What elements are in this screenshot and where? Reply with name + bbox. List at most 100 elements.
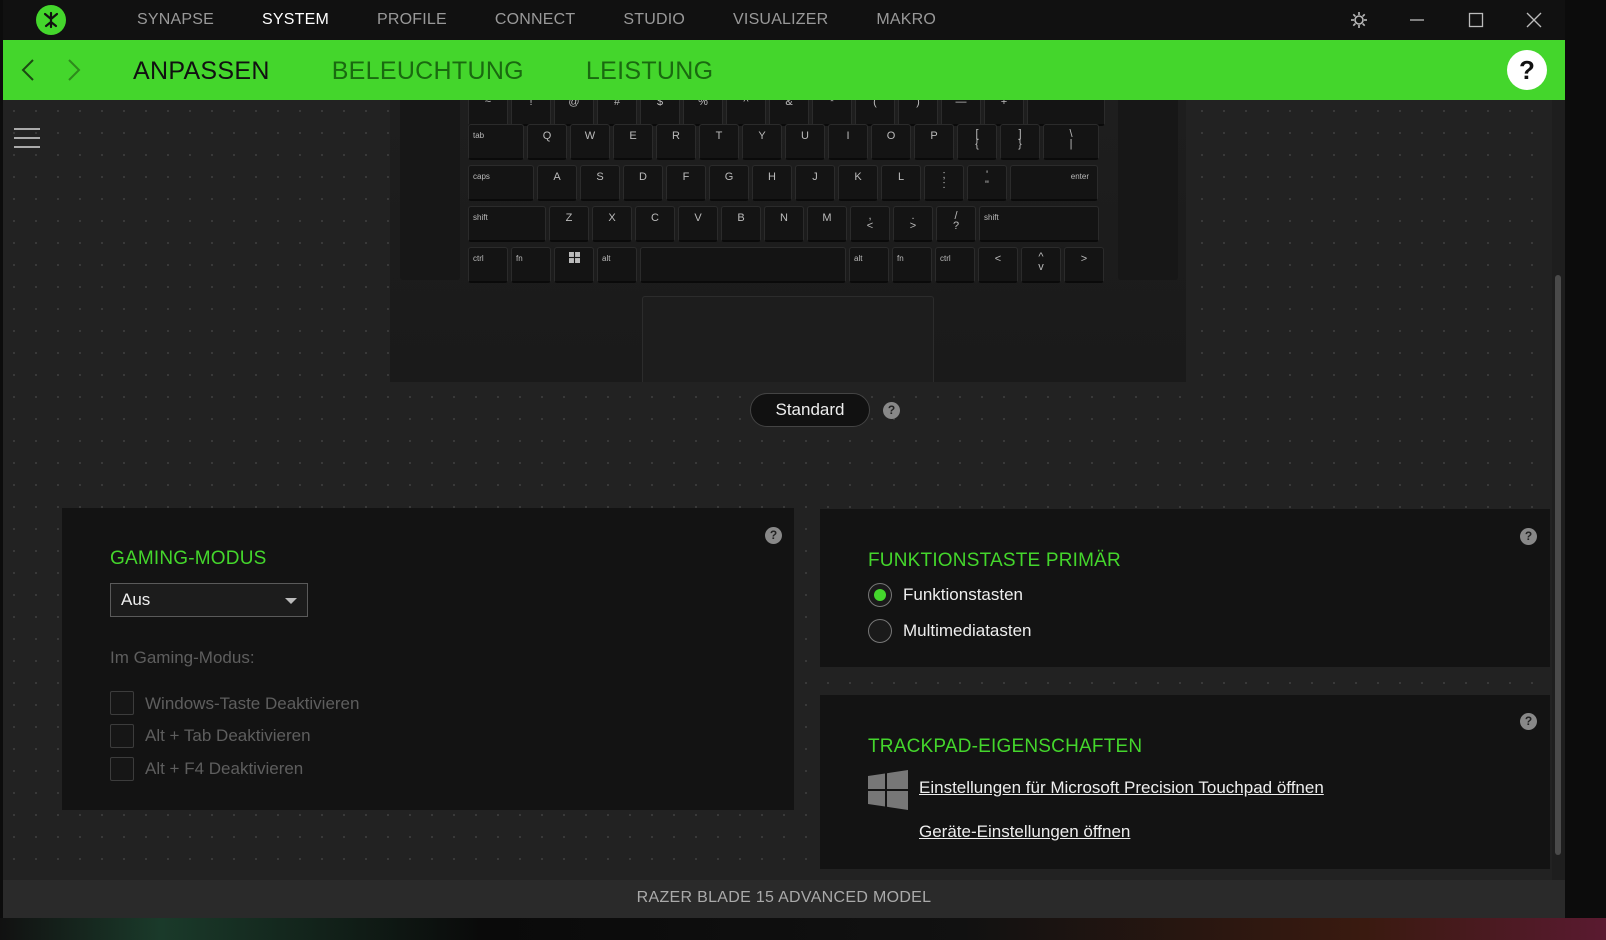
tab-synapse[interactable]: SYNAPSE bbox=[113, 0, 238, 40]
tab-leistung[interactable]: LEISTUNG bbox=[566, 40, 733, 100]
keyboard-key[interactable]: K bbox=[838, 165, 878, 201]
tab-system[interactable]: SYSTEM bbox=[238, 0, 353, 40]
keyboard-key[interactable]: — bbox=[941, 100, 981, 126]
settings-gear-icon[interactable] bbox=[1339, 0, 1379, 40]
keyboard-key[interactable]: # bbox=[597, 100, 637, 126]
tab-studio[interactable]: STUDIO bbox=[599, 0, 709, 40]
keyboard-key[interactable]: W bbox=[570, 124, 610, 160]
scrollbar[interactable] bbox=[1552, 100, 1565, 880]
keyboard-key[interactable]: , < bbox=[850, 206, 890, 242]
keyboard-key[interactable]: alt bbox=[597, 247, 637, 283]
precision-touchpad-settings-link[interactable]: Einstellungen für Microsoft Precision To… bbox=[919, 778, 1324, 798]
keyboard-key[interactable]: P bbox=[914, 124, 954, 160]
keyboard-key[interactable]: ^ v bbox=[1021, 247, 1061, 283]
keyboard-key[interactable]: fn bbox=[511, 247, 551, 283]
multimedia-keys-radio[interactable] bbox=[868, 619, 892, 643]
hamburger-menu-icon[interactable] bbox=[14, 128, 40, 150]
keyboard-key[interactable]: T bbox=[699, 124, 739, 160]
tab-visualizer[interactable]: VISUALIZER bbox=[709, 0, 852, 40]
scrollbar-thumb[interactable] bbox=[1555, 275, 1561, 855]
keyboard-key[interactable]: M bbox=[807, 206, 847, 242]
keyboard-key[interactable]: shift bbox=[468, 206, 546, 242]
disable-alt-tab-checkbox[interactable] bbox=[110, 724, 134, 748]
keyboard-key[interactable]: & bbox=[769, 100, 809, 126]
keyboard-key[interactable]: ^ bbox=[726, 100, 766, 126]
keyboard-key[interactable]: fn bbox=[892, 247, 932, 283]
tab-makro[interactable]: MAKRO bbox=[852, 0, 960, 40]
device-settings-link[interactable]: Geräte-Einstellungen öffnen bbox=[919, 822, 1130, 842]
keyboard-key[interactable]: shift bbox=[979, 206, 1099, 242]
back-arrow-icon[interactable] bbox=[13, 55, 43, 85]
keyboard-key[interactable]: B bbox=[721, 206, 761, 242]
tab-anpassen[interactable]: ANPASSEN bbox=[113, 40, 290, 100]
keyboard-key[interactable]: I bbox=[828, 124, 868, 160]
keyboard-key[interactable] bbox=[640, 247, 846, 283]
keyboard-key[interactable]: ~ bbox=[468, 100, 508, 126]
keyboard-key[interactable]: R bbox=[656, 124, 696, 160]
keyboard-key[interactable]: ) bbox=[898, 100, 938, 126]
close-icon[interactable] bbox=[1514, 0, 1554, 40]
keyboard-key[interactable]: [ { bbox=[957, 124, 997, 160]
keyboard-key[interactable]: E bbox=[613, 124, 653, 160]
keyboard-key[interactable]: O bbox=[871, 124, 911, 160]
preset-standard-button[interactable]: Standard bbox=[750, 393, 870, 427]
keyboard-key[interactable]: X bbox=[592, 206, 632, 242]
keyboard-key[interactable]: / ? bbox=[936, 206, 976, 242]
keyboard-key[interactable]: caps bbox=[468, 165, 534, 201]
keyboard-key[interactable]: enter bbox=[1010, 165, 1098, 201]
keyboard-key[interactable]: Z bbox=[549, 206, 589, 242]
keyboard-key[interactable]: Y bbox=[742, 124, 782, 160]
keyboard-key[interactable]: J bbox=[795, 165, 835, 201]
keyboard-key[interactable]: < bbox=[978, 247, 1018, 283]
keyboard-key[interactable]: ; : bbox=[924, 165, 964, 201]
keyboard-key[interactable] bbox=[1027, 100, 1105, 126]
keyboard-key[interactable]: + bbox=[984, 100, 1024, 126]
gaming-mode-help-icon[interactable]: ? bbox=[765, 527, 782, 544]
keyboard-key[interactable]: L bbox=[881, 165, 921, 201]
keyboard-key[interactable]: ' " bbox=[967, 165, 1007, 201]
keyboard-key[interactable]: * bbox=[812, 100, 852, 126]
keyboard-key[interactable]: C bbox=[635, 206, 675, 242]
keyboard-key[interactable]: H bbox=[752, 165, 792, 201]
keyboard-key[interactable]: tab bbox=[468, 124, 524, 160]
maximize-icon[interactable] bbox=[1456, 0, 1496, 40]
keyboard-key[interactable]: Q bbox=[527, 124, 567, 160]
keyboard-key[interactable]: V bbox=[678, 206, 718, 242]
keyboard-key[interactable]: ( bbox=[855, 100, 895, 126]
keyboard-key[interactable]: % bbox=[683, 100, 723, 126]
keyboard-key[interactable]: ctrl bbox=[468, 247, 508, 283]
trackpad-help-icon[interactable]: ? bbox=[1520, 713, 1537, 730]
tab-beleuchtung[interactable]: BELEUCHTUNG bbox=[312, 40, 544, 100]
keyboard-key[interactable]: F bbox=[666, 165, 706, 201]
function-keys-radio[interactable] bbox=[868, 583, 892, 607]
keyboard-key[interactable]: A bbox=[537, 165, 577, 201]
keyboard-key[interactable]: U bbox=[785, 124, 825, 160]
keyboard-key[interactable]: alt bbox=[849, 247, 889, 283]
disable-alt-f4-checkbox[interactable] bbox=[110, 757, 134, 781]
tab-connect[interactable]: CONNECT bbox=[471, 0, 600, 40]
keyboard-key[interactable]: . > bbox=[893, 206, 933, 242]
gaming-mode-select[interactable]: Aus bbox=[110, 583, 308, 617]
preset-help-icon[interactable]: ? bbox=[883, 402, 900, 419]
keyboard-key[interactable]: \ | bbox=[1043, 124, 1099, 160]
keyboard-key[interactable]: G bbox=[709, 165, 749, 201]
razer-logo-icon[interactable] bbox=[36, 5, 66, 35]
keyboard-key[interactable]: D bbox=[623, 165, 663, 201]
keyboard-key[interactable]: ! bbox=[511, 100, 551, 126]
function-key-help-icon[interactable]: ? bbox=[1520, 528, 1537, 545]
windows-key[interactable] bbox=[554, 247, 594, 283]
keyboard-key[interactable]: N bbox=[764, 206, 804, 242]
help-button[interactable]: ? bbox=[1507, 50, 1547, 90]
keyboard-key[interactable]: S bbox=[580, 165, 620, 201]
tab-profile[interactable]: PROFILE bbox=[353, 0, 471, 40]
trackpad-title: TRACKPAD-EIGENSCHAFTEN bbox=[868, 736, 1143, 757]
trackpad-preview bbox=[642, 296, 934, 382]
disable-windows-key-checkbox[interactable] bbox=[110, 691, 134, 715]
keyboard-key[interactable]: $ bbox=[640, 100, 680, 126]
forward-arrow-icon[interactable] bbox=[59, 55, 89, 85]
keyboard-key[interactable]: ] } bbox=[1000, 124, 1040, 160]
keyboard-key[interactable]: ctrl bbox=[935, 247, 975, 283]
keyboard-key[interactable]: @ bbox=[554, 100, 594, 126]
minimize-icon[interactable] bbox=[1397, 0, 1437, 40]
keyboard-key[interactable]: > bbox=[1064, 247, 1104, 283]
